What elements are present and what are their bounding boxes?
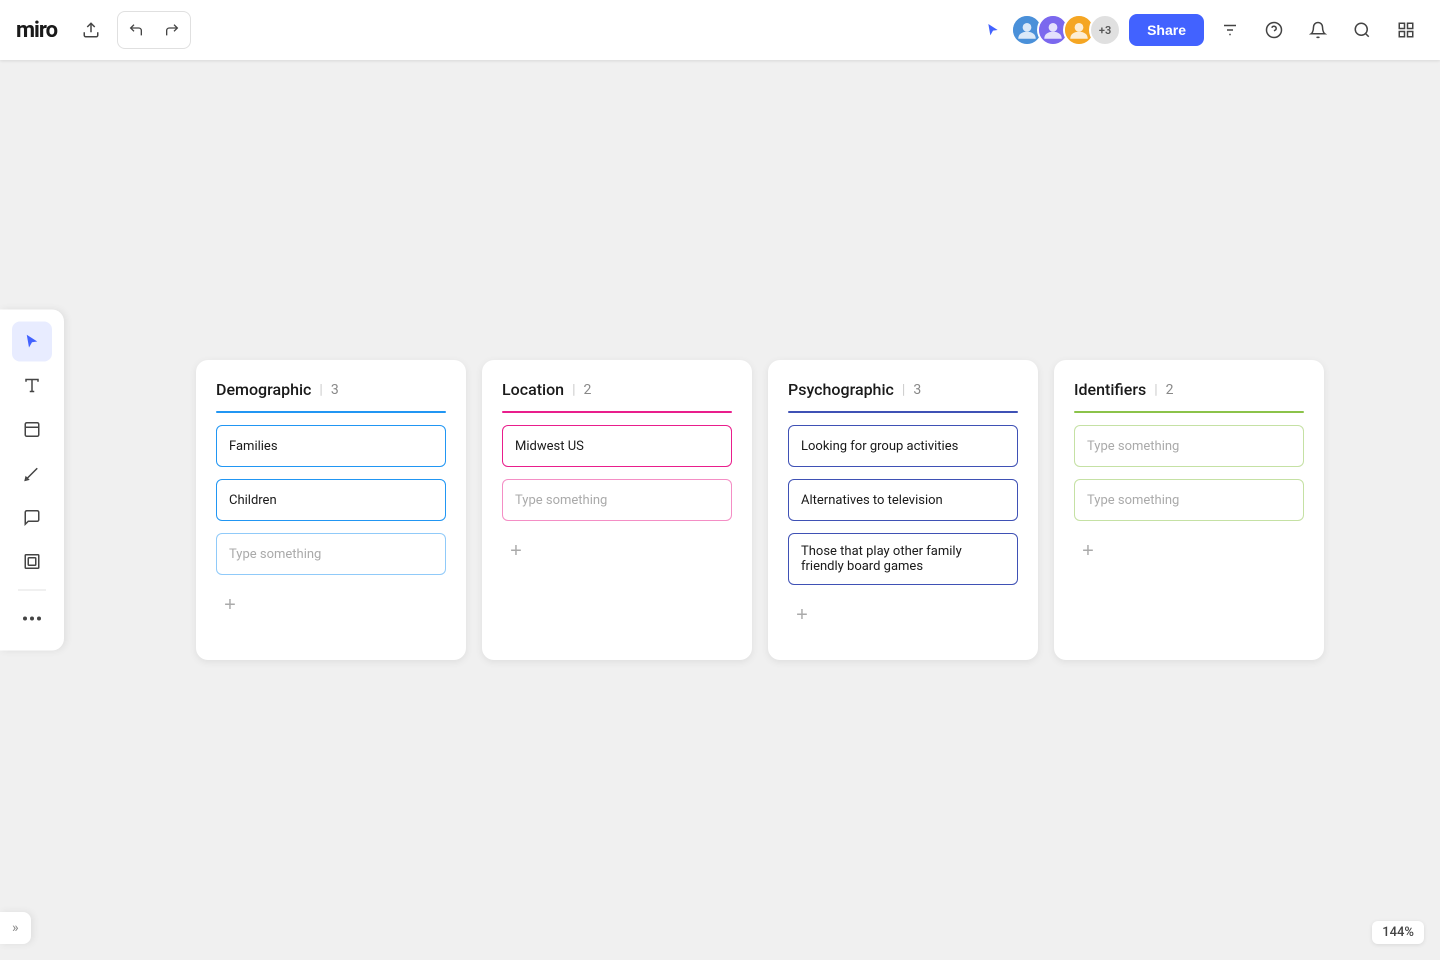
left-toolbar [0, 310, 64, 651]
card-item-location-0[interactable]: Midwest US [502, 425, 732, 467]
more-tools[interactable] [12, 599, 52, 639]
zoom-indicator: 144% [1372, 921, 1424, 944]
column-title-psychographic: Psychographic [788, 380, 894, 399]
column-demographic: Demographic | 3 Families Children Type someth… [196, 360, 466, 660]
column-header-demographic: Demographic | 3 [216, 380, 446, 407]
avatar-extra: +3 [1089, 14, 1121, 46]
card-item-identifiers-0[interactable]: Type something [1074, 425, 1304, 467]
column-identifiers: Identifiers | 2 Type something Type somethin… [1054, 360, 1324, 660]
redo-button[interactable] [154, 12, 190, 48]
column-title-identifiers: Identifiers [1074, 380, 1146, 399]
column-underline-psychographic [788, 411, 1018, 413]
card-item-location-1[interactable]: Type something [502, 479, 732, 521]
column-underline-identifiers [1074, 411, 1304, 413]
avatar-group: +3 [1011, 14, 1121, 46]
select-tool[interactable] [12, 322, 52, 362]
help-button[interactable] [1256, 12, 1292, 48]
card-item-demographic-2[interactable]: Type something [216, 533, 446, 575]
text-tool[interactable] [12, 366, 52, 406]
toolbar-separator [18, 590, 46, 591]
logo: miro [16, 18, 57, 43]
column-count-demographic: 3 [331, 382, 339, 398]
card-item-psychographic-2[interactable]: Those that play other family friendly bo… [788, 533, 1018, 585]
column-psychographic: Psychographic | 3 Looking for group activit… [768, 360, 1038, 660]
column-header-psychographic: Psychographic | 3 [788, 380, 1018, 407]
expand-toolbar-btn[interactable]: » [0, 912, 31, 944]
add-item-demographic[interactable]: + [216, 591, 244, 619]
card-item-demographic-1[interactable]: Children [216, 479, 446, 521]
column-divider-char-identifiers: | [1154, 382, 1157, 398]
notifications-button[interactable] [1300, 12, 1336, 48]
column-underline-demographic [216, 411, 446, 413]
menu-button[interactable] [1388, 12, 1424, 48]
column-count-location: 2 [584, 382, 592, 398]
share-button[interactable]: Share [1129, 14, 1204, 46]
column-underline-location [502, 411, 732, 413]
column-divider-char-psychographic: | [902, 382, 905, 398]
card-item-identifiers-1[interactable]: Type something [1074, 479, 1304, 521]
cursor-indicator [983, 20, 1003, 40]
top-bar: miro [0, 0, 1440, 60]
column-divider-char-location: | [572, 382, 575, 398]
card-item-demographic-0[interactable]: Families [216, 425, 446, 467]
card-item-psychographic-0[interactable]: Looking for group activities [788, 425, 1018, 467]
column-header-location: Location | 2 [502, 380, 732, 407]
sticky-tool[interactable] [12, 410, 52, 450]
filter-button[interactable] [1212, 12, 1248, 48]
column-title-demographic: Demographic [216, 380, 311, 399]
column-count-psychographic: 3 [913, 382, 921, 398]
add-item-identifiers[interactable]: + [1074, 537, 1102, 565]
column-title-location: Location [502, 380, 564, 399]
add-item-psychographic[interactable]: + [788, 601, 816, 629]
canvas[interactable]: Demographic | 3 Families Children Type someth… [0, 60, 1440, 960]
column-location: Location | 2 Midwest US Type something + [482, 360, 752, 660]
board-container: Demographic | 3 Families Children Type someth… [196, 360, 1324, 660]
add-item-location[interactable]: + [502, 537, 530, 565]
column-divider-char-demographic: | [319, 382, 322, 398]
history-controls [117, 11, 191, 49]
undo-button[interactable] [118, 12, 154, 48]
search-button[interactable] [1344, 12, 1380, 48]
column-count-identifiers: 2 [1166, 382, 1174, 398]
comment-tool[interactable] [12, 498, 52, 538]
frame-tool[interactable] [12, 542, 52, 582]
upload-button[interactable] [73, 12, 109, 48]
pen-tool[interactable] [12, 454, 52, 494]
topbar-right: +3 Share [983, 12, 1424, 48]
column-header-identifiers: Identifiers | 2 [1074, 380, 1304, 407]
card-item-psychographic-1[interactable]: Alternatives to television [788, 479, 1018, 521]
